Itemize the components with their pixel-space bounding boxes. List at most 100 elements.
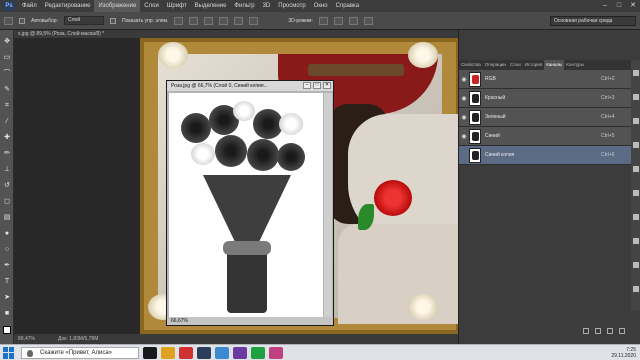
color-swatch-icon[interactable] — [3, 326, 11, 334]
app-icon[interactable] — [269, 346, 283, 359]
brush-tool-icon[interactable]: ✏ — [3, 150, 11, 158]
close-icon[interactable]: ✕ — [323, 82, 331, 89]
panel-tab[interactable]: Свойства — [459, 60, 483, 70]
blur-tool-icon[interactable]: ● — [3, 230, 11, 238]
visibility-eye-icon[interactable]: ◉ — [459, 133, 469, 140]
move-tool-icon[interactable]: ✥ — [3, 38, 11, 46]
panel-tab[interactable]: История — [523, 60, 544, 70]
load-selection-icon[interactable] — [583, 328, 589, 334]
brush-presets-icon[interactable] — [633, 214, 639, 220]
menu-item[interactable]: Окно — [310, 0, 332, 12]
navigator-icon[interactable] — [633, 286, 639, 292]
visibility-eye-icon[interactable]: ◉ — [459, 76, 469, 83]
app-icon[interactable] — [251, 346, 265, 359]
system-tray[interactable]: 7:25 29.11.2020 — [611, 347, 636, 359]
menu-item[interactable]: Изображение — [94, 0, 141, 12]
pen-tool-icon[interactable]: ✒ — [3, 262, 11, 270]
eraser-tool-icon[interactable]: ◻ — [3, 198, 11, 206]
menu-item[interactable]: 3D — [259, 0, 275, 12]
app-icon[interactable] — [233, 346, 247, 359]
save-selection-icon[interactable] — [595, 328, 601, 334]
channel-thumbnail — [469, 90, 481, 106]
align-right-icon[interactable] — [249, 16, 259, 25]
history-icon[interactable] — [633, 70, 639, 76]
history-brush-icon[interactable]: ↺ — [3, 182, 11, 190]
photoshop-taskbar-icon[interactable] — [197, 346, 211, 359]
task-view-icon[interactable] — [143, 346, 157, 359]
windows-start-icon[interactable] — [3, 346, 15, 359]
shape-tool-icon[interactable]: ■ — [3, 310, 11, 318]
vertical-scrollbar[interactable] — [324, 93, 332, 319]
channel-row[interactable]: ◉ Синий Ctrl+5 — [459, 127, 631, 146]
autoselect-dropdown[interactable]: Слой — [63, 16, 104, 25]
visibility-eye-icon[interactable]: ◉ — [459, 95, 469, 102]
channel-row[interactable]: ◉ Красный Ctrl+3 — [459, 89, 631, 108]
app-icon[interactable] — [215, 346, 229, 359]
autoselect-checkbox[interactable] — [19, 17, 25, 24]
align-center-icon[interactable] — [234, 16, 244, 25]
quick-select-tool-icon[interactable]: ✎ — [3, 86, 11, 94]
character-icon[interactable] — [633, 190, 639, 196]
minimize-icon[interactable]: – — [600, 2, 610, 10]
rose-shape — [277, 143, 305, 171]
3d-rotate-icon[interactable] — [318, 16, 328, 25]
swatches-icon[interactable] — [633, 142, 639, 148]
panel-tab[interactable]: Операции — [483, 60, 508, 70]
type-tool-icon[interactable]: T — [3, 278, 11, 286]
3d-pan-icon[interactable] — [348, 16, 358, 25]
minimize-icon[interactable]: – — [303, 82, 311, 89]
channel-shortcut: Ctrl+5 — [601, 133, 615, 139]
frame-flower — [408, 294, 438, 320]
menu-item[interactable]: Файл — [18, 0, 41, 12]
align-bottom-icon[interactable] — [204, 16, 214, 25]
marquee-tool-icon[interactable]: ▭ — [3, 54, 11, 62]
styles-icon[interactable] — [633, 262, 639, 268]
menu-item[interactable]: Выделение — [191, 0, 231, 12]
maximize-icon[interactable]: □ — [614, 2, 624, 10]
3d-slide-icon[interactable] — [363, 16, 373, 25]
crop-tool-icon[interactable]: ⌗ — [3, 102, 11, 110]
lasso-tool-icon[interactable]: ⌒ — [3, 70, 11, 78]
menu-item[interactable]: Слои — [140, 0, 163, 12]
channel-row[interactable]: ◉ Зеленый Ctrl+4 — [459, 108, 631, 127]
channel-row[interactable]: Синий копия Ctrl+6 — [459, 146, 631, 165]
3d-roll-icon[interactable] — [333, 16, 343, 25]
maximize-icon[interactable]: □ — [313, 82, 321, 89]
align-left-icon[interactable] — [219, 16, 229, 25]
path-select-tool-icon[interactable]: ➤ — [3, 294, 11, 302]
taskbar-search[interactable]: Скажите «Привет, Алиса» — [21, 346, 139, 359]
panel-tab[interactable]: Каналы — [544, 60, 565, 70]
explorer-icon[interactable] — [161, 346, 175, 359]
new-channel-icon[interactable] — [607, 328, 613, 334]
menu-item[interactable]: Справка — [332, 0, 364, 12]
channel-row[interactable]: ◉ RGB Ctrl+2 — [459, 70, 631, 89]
paragraph-icon[interactable] — [633, 166, 639, 172]
document-tab[interactable]: х.jpg @ 89,5% (Роза, Слой-маска/8) * — [14, 30, 458, 38]
transform-controls-checkbox[interactable] — [109, 17, 116, 24]
channel-thumbnail — [469, 147, 481, 163]
eyedropper-tool-icon[interactable]: ⁄ — [3, 118, 11, 126]
panel-tab[interactable]: Слои — [508, 60, 523, 70]
align-middle-icon[interactable] — [189, 16, 199, 25]
channel-name: Синий — [485, 133, 500, 139]
healing-tool-icon[interactable]: ✚ — [3, 134, 11, 142]
actions-icon[interactable] — [633, 94, 639, 100]
rose-document-window[interactable]: Роза.jpg @ 66,7% (Слой 0, Синий копия...… — [166, 80, 334, 326]
menu-item[interactable]: Просмотр — [274, 0, 309, 12]
gradient-tool-icon[interactable]: ▤ — [3, 214, 11, 222]
browser-icon[interactable] — [179, 346, 193, 359]
stamp-tool-icon[interactable]: ⊥ — [3, 166, 11, 174]
close-icon[interactable]: ✕ — [628, 2, 638, 10]
trash-icon[interactable] — [619, 328, 625, 334]
color-icon[interactable] — [633, 118, 639, 124]
workspace-dropdown[interactable]: Основная рабочая среда — [550, 16, 636, 26]
align-top-icon[interactable] — [174, 16, 184, 25]
move-tool-icon[interactable] — [4, 16, 13, 25]
dodge-tool-icon[interactable]: ○ — [3, 246, 11, 254]
visibility-eye-icon[interactable]: ◉ — [459, 114, 469, 121]
panel-tab[interactable]: Контуры — [564, 60, 586, 70]
adjustments-icon[interactable] — [633, 238, 639, 244]
menu-item[interactable]: Фильтр — [230, 0, 258, 12]
menu-item[interactable]: Редактирование — [41, 0, 95, 12]
menu-item[interactable]: Шрифт — [163, 0, 191, 12]
